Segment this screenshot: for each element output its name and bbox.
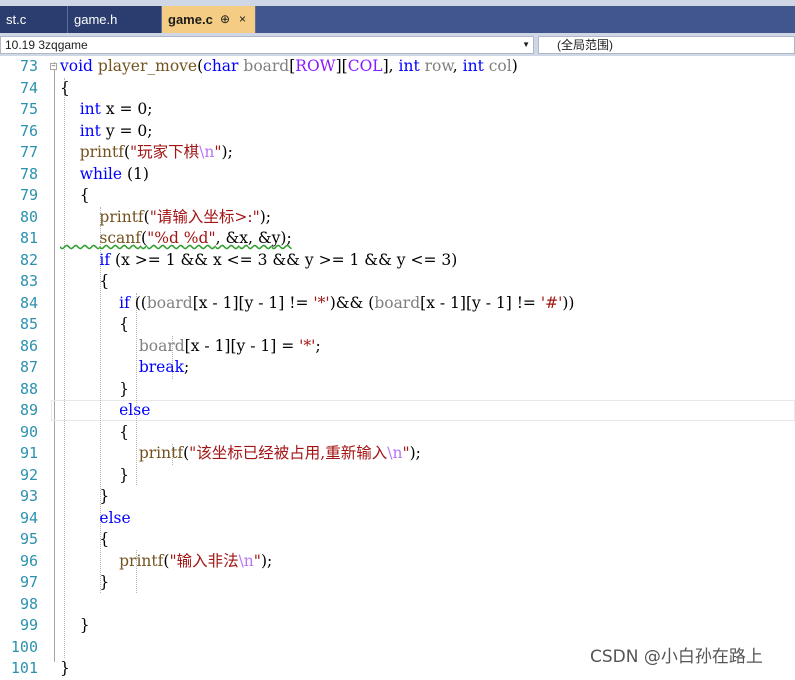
chevron-down-icon: ▼	[522, 40, 530, 49]
line-number: 91	[19, 444, 38, 462]
pin-icon[interactable]: ⊕	[220, 6, 230, 33]
line-number: 98	[19, 594, 38, 613]
line-number: 90	[19, 422, 38, 441]
code-line[interactable]: {	[60, 78, 70, 100]
line-number: 73	[19, 57, 38, 75]
line-number: 89	[19, 401, 38, 419]
tab-game-h[interactable]: game.h	[68, 6, 162, 33]
code-line[interactable]: break;	[60, 357, 189, 379]
navigation-bar: 10.19 3zqgame ▼ (全局范围)	[0, 34, 795, 56]
line-number: 95	[19, 530, 38, 548]
project-dropdown[interactable]: 10.19 3zqgame ▼	[0, 36, 534, 54]
code-line[interactable]: int y = 0;	[60, 121, 153, 143]
line-number: 81	[19, 229, 38, 247]
line-number: 101	[10, 659, 38, 677]
line-number: 97	[19, 573, 38, 591]
line-number-gutter: 73 74 75 76 77 78 79 80 81 82 83 84 85 8…	[0, 56, 44, 677]
line-number: 96	[19, 551, 38, 570]
line-number: 80	[19, 207, 38, 226]
line-number: 82	[19, 250, 38, 269]
code-line[interactable]: {	[60, 422, 129, 444]
code-line[interactable]: if (x >= 1 && x <= 3 && y >= 1 && y <= 3…	[60, 250, 457, 272]
fold-line	[54, 62, 55, 662]
line-number: 93	[19, 487, 38, 505]
line-number: 94	[19, 508, 38, 527]
code-line[interactable]: scanf("%d %d", &x, &y);	[60, 228, 291, 250]
tab-bar: st.c game.h game.c ⊕ ×	[0, 0, 795, 34]
code-line[interactable]: {	[60, 185, 90, 207]
line-number: 88	[19, 379, 38, 398]
scope-name: (全局范围)	[557, 38, 613, 52]
code-editor[interactable]: 73 74 75 76 77 78 79 80 81 82 83 84 85 8…	[0, 56, 795, 677]
line-number: 77	[19, 143, 38, 161]
code-line[interactable]: }	[60, 572, 109, 594]
code-line[interactable]: void player_move(char board[ROW][COL], i…	[60, 56, 518, 78]
line-number: 85	[19, 315, 38, 333]
line-number: 74	[19, 78, 38, 97]
collapse-icon[interactable]: −	[50, 63, 57, 70]
code-line[interactable]: }	[60, 486, 109, 508]
line-number: 76	[19, 121, 38, 140]
code-line[interactable]: }	[60, 465, 129, 487]
line-number: 84	[19, 293, 38, 312]
current-line-highlight	[51, 400, 795, 421]
line-number: 83	[19, 272, 38, 290]
code-line[interactable]: printf("该坐标已经被占用,重新输入\n");	[60, 443, 421, 465]
code-line[interactable]: }	[60, 615, 90, 637]
code-line[interactable]: printf("玩家下棋\n");	[60, 142, 233, 164]
line-number: 78	[19, 164, 38, 183]
line-number: 92	[19, 465, 38, 484]
code-line[interactable]: else	[60, 508, 130, 530]
tab-label: game.c	[168, 12, 213, 27]
code-line[interactable]: {	[60, 529, 109, 551]
line-number: 75	[19, 100, 38, 118]
code-line[interactable]: int x = 0;	[60, 99, 153, 121]
project-name: 10.19 3zqgame	[5, 38, 88, 52]
tab-label: game.h	[74, 12, 118, 27]
tab-game-c[interactable]: game.c ⊕ ×	[162, 6, 256, 33]
line-number: 100	[10, 637, 38, 656]
code-line[interactable]: printf("请输入坐标>:");	[60, 207, 271, 229]
line-number: 99	[19, 616, 38, 634]
code-line[interactable]: if ((board[x - 1][y - 1] != '*')&& (boar…	[60, 293, 574, 315]
line-number: 79	[19, 186, 38, 204]
line-number: 87	[19, 358, 38, 376]
code-line[interactable]: printf("输入非法\n");	[60, 551, 272, 573]
code-line[interactable]: }	[60, 379, 129, 401]
tab-label: st.c	[6, 12, 27, 27]
scope-dropdown[interactable]: (全局范围)	[538, 36, 795, 54]
close-icon[interactable]: ×	[239, 6, 246, 33]
code-line[interactable]: while (1)	[60, 164, 149, 186]
code-line[interactable]: {	[60, 271, 109, 293]
tab-test-c[interactable]: st.c	[0, 6, 68, 33]
code-line[interactable]: }	[60, 658, 70, 680]
code-line[interactable]: else	[60, 400, 150, 422]
line-number: 86	[19, 336, 38, 355]
code-line[interactable]: board[x - 1][y - 1] = '*';	[60, 336, 321, 358]
watermark: CSDN @小白孙在路上	[590, 647, 763, 667]
code-line[interactable]: {	[60, 314, 129, 336]
